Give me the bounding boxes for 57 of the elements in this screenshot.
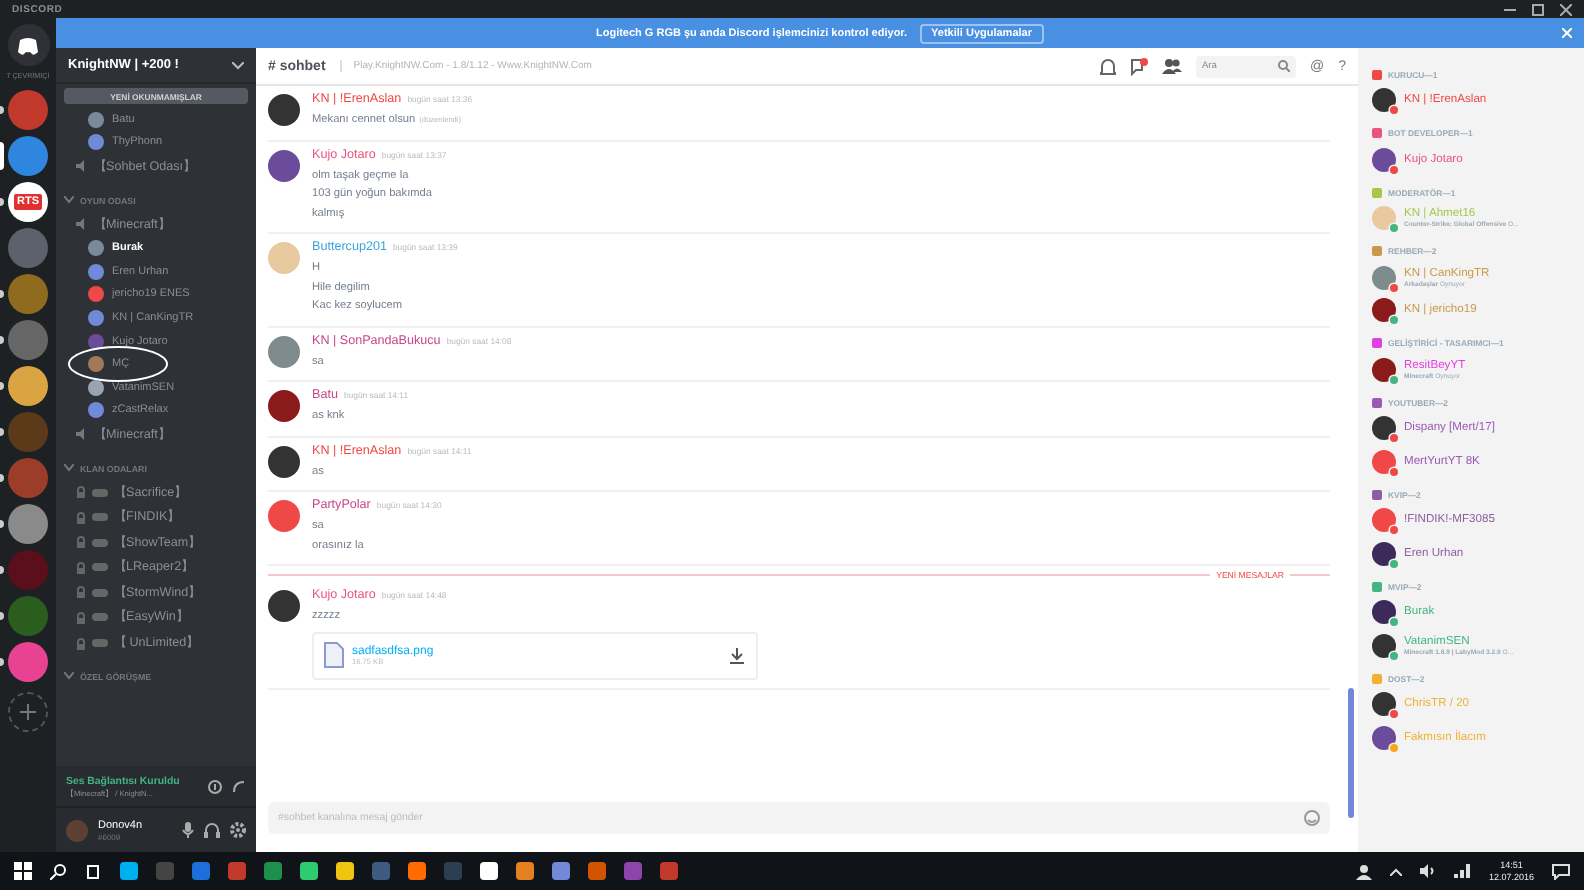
windows-icon[interactable]	[14, 862, 32, 880]
user-avatar	[268, 500, 300, 532]
caret-icon	[64, 464, 74, 473]
server-icon[interactable]	[8, 504, 48, 544]
lock-icon	[76, 611, 86, 624]
speaker-icon	[76, 218, 88, 231]
chevron-down-icon	[232, 61, 244, 69]
people-icon[interactable]	[1356, 863, 1373, 879]
lock-icon	[76, 511, 86, 524]
user-avatar	[268, 335, 300, 367]
task-view-icon[interactable]	[84, 863, 102, 879]
user-avatar	[268, 445, 300, 477]
logo-icon	[16, 35, 40, 55]
server-icon[interactable]	[8, 136, 48, 176]
headphones-icon[interactable]	[204, 822, 220, 838]
close-icon[interactable]	[1560, 3, 1572, 15]
disconnect-icon[interactable]	[232, 779, 246, 793]
minimize-icon[interactable]	[1504, 3, 1516, 15]
server-icon[interactable]	[8, 90, 48, 130]
discord-home-button[interactable]	[7, 24, 49, 66]
lock-icon	[76, 561, 86, 574]
notification-icon[interactable]	[1552, 863, 1570, 879]
plus-icon	[20, 704, 36, 720]
user-avatar	[268, 390, 300, 422]
bell-icon[interactable]	[1099, 57, 1116, 75]
lock-icon	[76, 536, 86, 549]
search-icon	[1277, 60, 1290, 72]
info-icon[interactable]	[208, 779, 222, 793]
add-server-button[interactable]	[8, 692, 48, 732]
maximize-icon[interactable]	[1532, 3, 1544, 15]
speaker-icon	[76, 160, 88, 173]
server-icon[interactable]	[8, 642, 48, 682]
server-icon[interactable]	[8, 366, 48, 406]
caret-icon	[64, 196, 74, 205]
settings-icon[interactable]	[230, 822, 246, 838]
user-avatar	[268, 94, 300, 126]
download-icon[interactable]	[730, 647, 744, 663]
caret-icon	[64, 672, 74, 681]
lock-icon	[76, 586, 86, 599]
members-icon[interactable]	[1161, 58, 1182, 74]
file-icon	[324, 642, 344, 668]
user-avatar	[268, 242, 300, 274]
volume-icon[interactable]	[1420, 864, 1437, 878]
emoji-icon[interactable]	[1304, 810, 1320, 826]
user-avatar	[268, 149, 300, 181]
pin-icon[interactable]	[1129, 57, 1148, 75]
user-avatar	[66, 819, 88, 841]
microphone-icon[interactable]	[182, 822, 194, 838]
scrollbar[interactable]	[1348, 688, 1354, 818]
server-icon[interactable]	[8, 274, 48, 314]
speaker-icon	[76, 428, 88, 441]
chevron-up-icon[interactable]	[1390, 867, 1403, 875]
network-icon[interactable]	[1454, 864, 1471, 878]
lock-icon	[76, 637, 86, 650]
user-avatar	[268, 590, 300, 622]
search-icon[interactable]	[50, 863, 66, 879]
lock-icon	[76, 486, 86, 499]
